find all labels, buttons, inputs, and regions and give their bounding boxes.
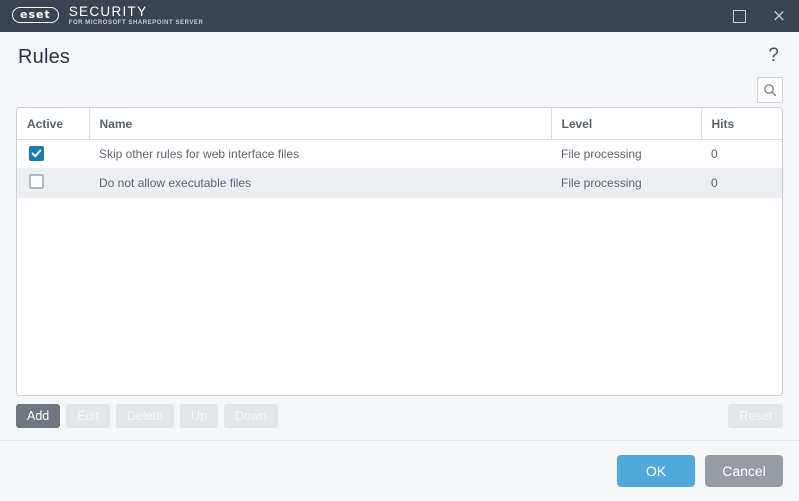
eset-brand-logo: eset SECURITY FOR MICROSOFT SHAREPOINT S… — [0, 5, 203, 27]
reset-button: Reset — [728, 404, 783, 428]
delete-button: Delete — [115, 404, 174, 428]
table-row[interactable]: Skip other rules for web interface files… — [17, 140, 782, 169]
rules-actions: Add Edit Delete Up Down Reset — [0, 396, 799, 428]
rules-actions-left: Add Edit Delete Up Down — [16, 404, 278, 428]
maximize-button[interactable] — [719, 0, 759, 32]
column-header-level[interactable]: Level — [551, 108, 702, 140]
cell-hits: 0 — [711, 147, 718, 161]
close-button[interactable]: × — [759, 0, 799, 32]
move-down-button: Down — [223, 404, 278, 428]
column-header-name[interactable]: Name — [89, 108, 552, 140]
edit-button: Edit — [66, 404, 110, 428]
eset-wordmark: eset — [12, 7, 59, 23]
table-header-row: Active Name Level Hits — [17, 108, 782, 140]
rules-actions-right: Reset — [728, 404, 783, 428]
column-header-hits[interactable]: Hits — [701, 108, 782, 140]
active-checkbox[interactable] — [29, 174, 44, 189]
window-titlebar: eset SECURITY FOR MICROSOFT SHAREPOINT S… — [0, 0, 799, 32]
close-icon: × — [771, 5, 787, 26]
table-row[interactable]: Do not allow executable files File proce… — [17, 168, 782, 198]
rules-table-container: Active Name Level Hits Skip other rules … — [16, 107, 783, 396]
column-header-active[interactable]: Active — [17, 108, 90, 140]
table-body: Skip other rules for web interface files… — [17, 140, 782, 198]
ok-button[interactable]: OK — [617, 455, 695, 487]
add-button[interactable]: Add — [16, 404, 61, 428]
cell-active — [17, 168, 89, 198]
move-up-button: Up — [179, 404, 218, 428]
help-icon[interactable]: ? — [766, 46, 781, 65]
cell-hits: 0 — [701, 168, 782, 198]
product-name: SECURITY FOR MICROSOFT SHAREPOINT SERVER — [69, 5, 204, 27]
product-name-secondary: FOR MICROSOFT SHAREPOINT SERVER — [68, 20, 204, 26]
search-icon — [763, 83, 777, 97]
page-header: Rules ? — [0, 32, 799, 69]
cell-name: Skip other rules for web interface files — [99, 147, 300, 161]
cancel-button[interactable]: Cancel — [705, 455, 783, 487]
active-checkbox[interactable] — [29, 146, 44, 161]
cell-level: File processing — [561, 147, 642, 161]
table-empty-area — [17, 198, 782, 395]
dialog-footer: OK Cancel — [0, 440, 799, 501]
product-name-primary: SECURITY — [68, 4, 148, 19]
table-header: Active Name Level Hits — [17, 108, 782, 140]
rules-table: Active Name Level Hits Skip other rules … — [17, 108, 782, 198]
cell-active — [17, 140, 89, 169]
rules-dialog: eset SECURITY FOR MICROSOFT SHAREPOINT S… — [0, 0, 799, 501]
cell-level: File processing — [551, 168, 701, 198]
search-button[interactable] — [757, 77, 783, 103]
search-row — [0, 69, 799, 103]
maximize-icon — [732, 9, 746, 23]
window-controls: × — [719, 0, 799, 32]
page-title: Rules — [18, 46, 71, 68]
cell-name: Do not allow executable files — [89, 168, 551, 198]
